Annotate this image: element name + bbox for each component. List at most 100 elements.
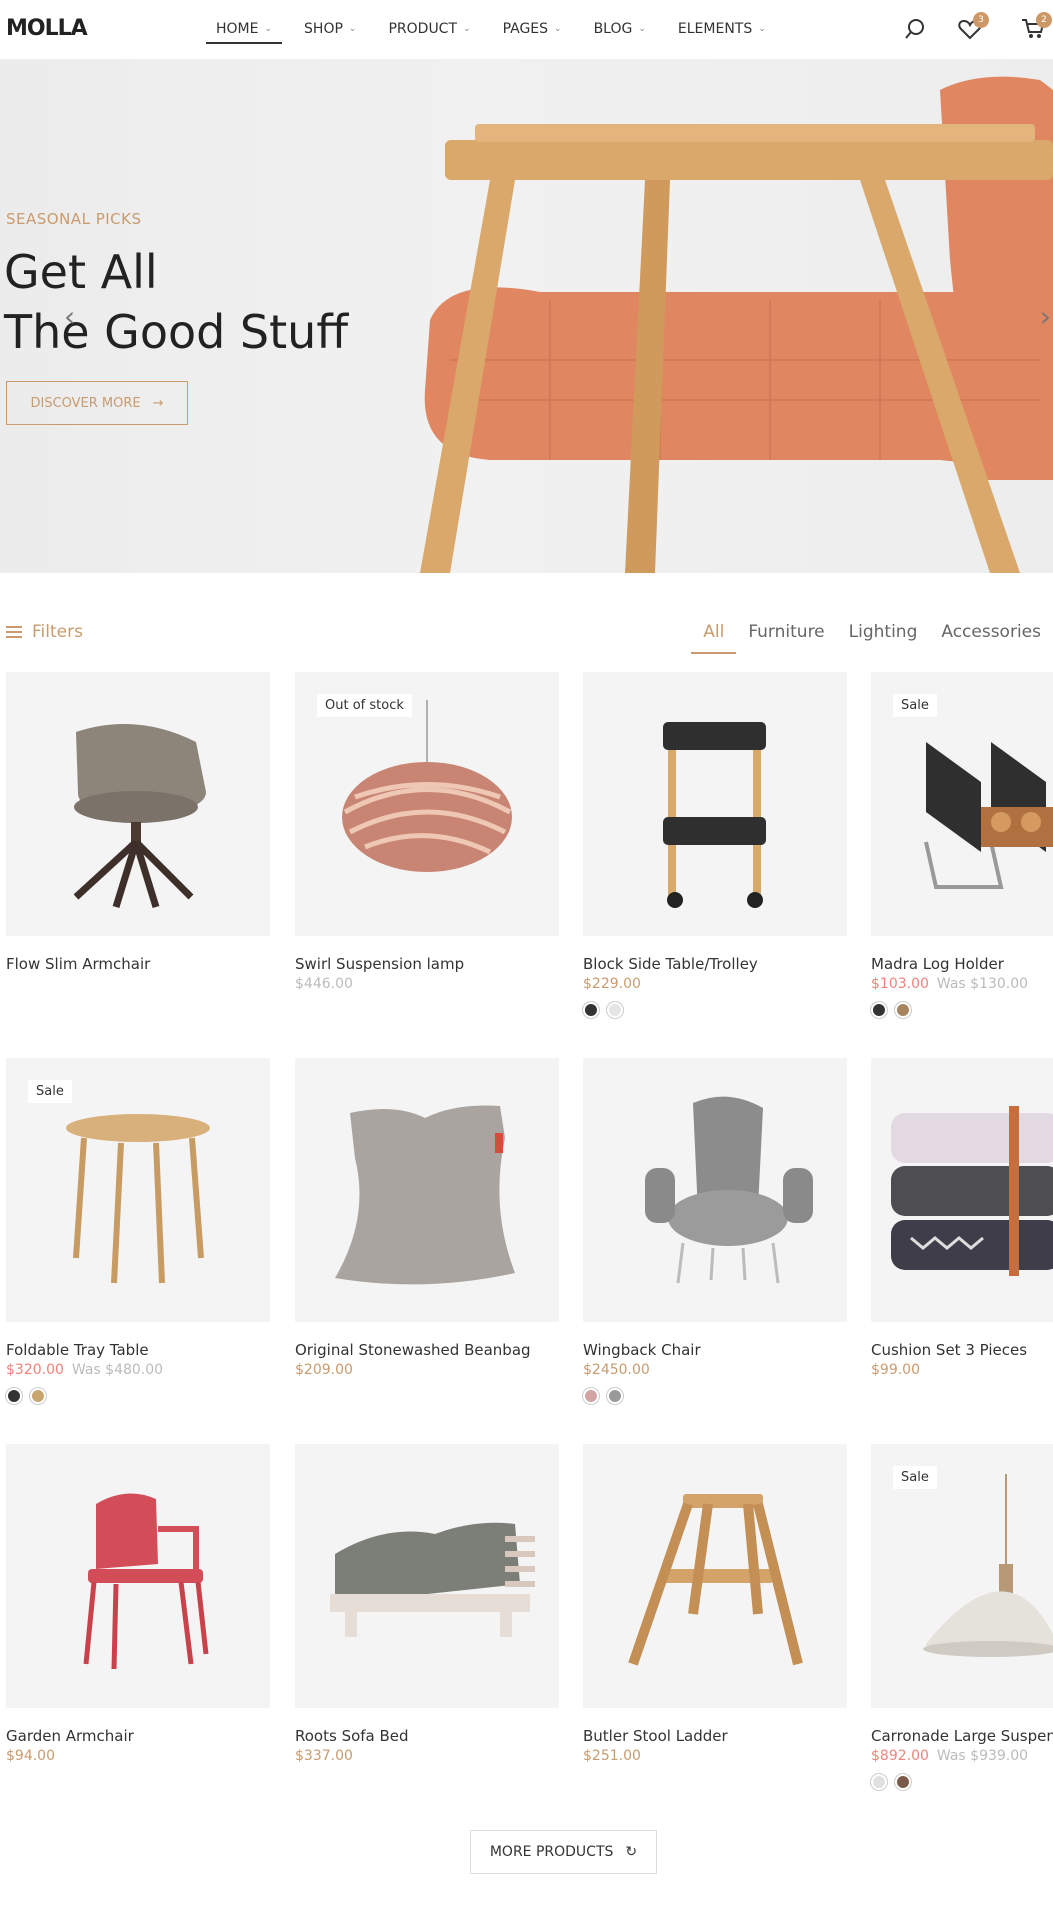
nav-product-label: PRODUCT — [388, 21, 458, 37]
product-name[interactable]: Flow Slim Armchair — [6, 954, 270, 974]
refresh-icon: ↻ — [625, 1844, 638, 1860]
out-of-stock-label: Out of stock — [317, 694, 412, 717]
product-card[interactable]: Roots Sofa Bed $337.00 — [295, 1444, 559, 1764]
nav-elements[interactable]: ELEMENTS ⌄ — [668, 0, 776, 58]
molla-logo[interactable]: MOLLA — [6, 16, 88, 41]
product-image[interactable]: Out of stock — [295, 672, 559, 936]
product-name[interactable]: Butler Stool Ladder — [583, 1726, 847, 1746]
product-name[interactable]: Wingback Chair — [583, 1340, 847, 1360]
product-name[interactable]: Swirl Suspension lamp — [295, 954, 559, 974]
more-products-label: MORE PRODUCTS — [489, 1844, 614, 1860]
nav-pages-label: PAGES — [502, 21, 549, 37]
tab-furniture[interactable]: Furniture — [736, 610, 836, 654]
old-price: Was $130.00 — [936, 976, 1029, 992]
nav-product[interactable]: PRODUCT ⌄ — [378, 0, 480, 58]
product-name[interactable]: Garden Armchair — [6, 1726, 270, 1746]
tab-lighting[interactable]: Lighting — [837, 610, 930, 654]
swatch-white[interactable] — [871, 1774, 887, 1790]
product-image[interactable]: Sale — [6, 1058, 270, 1322]
sale-label: Sale — [28, 1080, 72, 1103]
product-card[interactable]: Garden Armchair $94.00 — [6, 1444, 270, 1764]
swatch-brown[interactable] — [895, 1002, 911, 1018]
cart-icon[interactable]: 2 — [1020, 12, 1052, 42]
swatch-black[interactable] — [583, 1002, 599, 1018]
product-name[interactable]: Foldable Tray Table — [6, 1340, 270, 1360]
product-name[interactable]: Roots Sofa Bed — [295, 1726, 559, 1746]
product-name[interactable]: Cushion Set 3 Pieces — [871, 1340, 1053, 1360]
old-price: Was $939.00 — [936, 1748, 1029, 1764]
nav-blog-label: BLOG — [593, 21, 633, 37]
product-card[interactable]: Butler Stool Ladder $251.00 — [583, 1444, 847, 1764]
sale-label: Sale — [893, 694, 937, 717]
wishlist-heart-icon[interactable]: 3 — [957, 12, 989, 42]
product-name[interactable]: Madra Log Holder — [871, 954, 1053, 974]
more-products-button[interactable]: MORE PRODUCTS ↻ — [470, 1830, 657, 1874]
product-image[interactable] — [6, 1444, 270, 1708]
product-card[interactable]: Sale Foldable Tray Table $320.00 Was $480… — [6, 1058, 270, 1404]
swatch-oak[interactable] — [30, 1388, 46, 1404]
product-image[interactable] — [6, 672, 270, 936]
cart-count-badge: 2 — [1036, 12, 1052, 28]
product-image[interactable] — [583, 672, 847, 936]
tab-all[interactable]: All — [691, 610, 737, 654]
discover-more-button[interactable]: DISCOVER MORE → — [6, 381, 188, 425]
swatch-walnut[interactable] — [895, 1774, 911, 1790]
product-card[interactable]: Block Side Table/Trolley $229.00 — [583, 672, 847, 1018]
product-price: $94.00 — [6, 1748, 55, 1764]
product-card[interactable]: Original Stonewashed Beanbag $209.00 — [295, 1058, 559, 1378]
product-price: $103.00 Was $130.00 — [871, 976, 1053, 992]
search-icon[interactable] — [902, 16, 928, 42]
product-name[interactable]: Original Stonewashed Beanbag — [295, 1340, 559, 1360]
product-card[interactable]: Out of stock Swirl Suspension lamp $446.… — [295, 672, 559, 992]
nav-home[interactable]: HOME ⌄ — [206, 0, 283, 58]
swatch-black[interactable] — [6, 1388, 22, 1404]
color-swatches — [871, 1002, 1053, 1018]
slider-prev-icon[interactable]: ‹ — [64, 300, 75, 333]
swatch-black[interactable] — [871, 1002, 887, 1018]
product-price: $320.00 Was $480.00 — [6, 1362, 270, 1378]
site-header: MOLLA HOME ⌄ SHOP ⌄ PRODUCT ⌄ PAGES ⌄ BLOG ⌄ … — [0, 0, 1053, 60]
nav-home-label: HOME — [216, 21, 259, 37]
product-image[interactable] — [295, 1058, 559, 1322]
old-price: Was $480.00 — [71, 1362, 164, 1378]
product-name[interactable]: Carronade Large Suspen Lamp — [871, 1726, 1053, 1746]
product-image[interactable] — [583, 1058, 847, 1322]
color-swatches — [6, 1388, 270, 1404]
product-card[interactable]: Wingback Chair $2450.00 — [583, 1058, 847, 1404]
product-image[interactable] — [871, 1058, 1053, 1322]
chevron-down-icon: ⌄ — [264, 24, 273, 34]
chevron-down-icon: ⌄ — [554, 24, 562, 34]
sale-label: Sale — [893, 1466, 937, 1489]
product-card[interactable]: Sale Madra Log Holder $103.00 Was $130.00 — [871, 672, 1053, 1018]
swatch-grey[interactable] — [607, 1388, 623, 1404]
nav-shop[interactable]: SHOP ⌄ — [294, 0, 366, 58]
product-image[interactable]: Sale — [871, 1444, 1053, 1708]
nav-blog[interactable]: BLOG ⌄ — [584, 0, 656, 58]
filters-toggle[interactable]: Filters — [6, 622, 83, 642]
product-price: $251.00 — [583, 1748, 641, 1764]
chevron-down-icon: ⌄ — [758, 24, 766, 34]
hero-kicker: SEASONAL PICKS — [6, 210, 142, 228]
filters-label: Filters — [32, 622, 83, 642]
nav-shop-label: SHOP — [304, 21, 343, 37]
menu-lines-icon — [6, 626, 22, 638]
product-image[interactable] — [583, 1444, 847, 1708]
arrow-right-icon: → — [152, 395, 164, 411]
tab-accessories[interactable]: Accessories — [929, 610, 1053, 654]
product-card[interactable]: Cushion Set 3 Pieces $99.00 — [871, 1058, 1053, 1378]
chevron-down-icon: ⌄ — [463, 24, 471, 34]
product-price: $209.00 — [295, 1362, 353, 1378]
sale-price: $892.00 — [871, 1748, 929, 1764]
hero-banner: SEASONAL PICKS Get All The Good Stuff DI… — [0, 60, 1053, 573]
product-card[interactable]: Flow Slim Armchair — [6, 672, 270, 974]
product-name[interactable]: Block Side Table/Trolley — [583, 954, 847, 974]
product-card[interactable]: Sale Carronade Large Suspen Lamp $892.00… — [871, 1444, 1053, 1790]
hero-title-line2: The Good Stuff — [4, 305, 349, 359]
swatch-pink[interactable] — [583, 1388, 599, 1404]
product-image[interactable] — [295, 1444, 559, 1708]
product-image[interactable]: Sale — [871, 672, 1053, 936]
swatch-light-grey[interactable] — [607, 1002, 623, 1018]
product-price: $337.00 — [295, 1748, 353, 1764]
slider-next-icon[interactable]: › — [1040, 300, 1051, 333]
nav-pages[interactable]: PAGES ⌄ — [493, 0, 572, 58]
